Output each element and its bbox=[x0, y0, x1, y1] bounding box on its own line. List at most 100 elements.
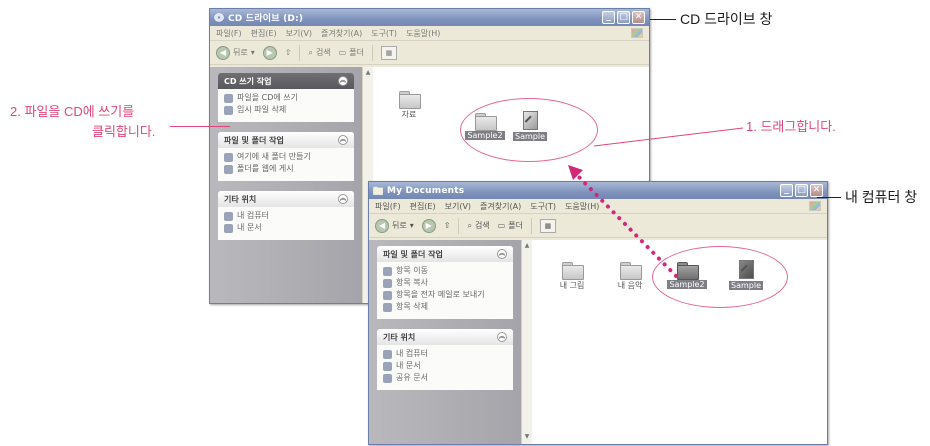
forward-arrow-icon[interactable]: ▶ bbox=[262, 45, 277, 60]
file-folder-tasks-header[interactable]: 파일 및 폴더 작업 ︽ bbox=[377, 246, 513, 262]
menu-help[interactable]: 도움말(H) bbox=[565, 201, 599, 212]
toolbar-separator bbox=[371, 44, 373, 61]
close-button[interactable]: ✕ bbox=[810, 184, 823, 197]
my-documents-link[interactable]: 내 문서 bbox=[383, 361, 507, 371]
menu-view[interactable]: 보기(V) bbox=[445, 201, 471, 212]
menu-help[interactable]: 도움말(H) bbox=[406, 28, 440, 39]
delete-item-link[interactable]: 항목 삭제 bbox=[383, 302, 507, 312]
write-files-to-cd-link[interactable]: 파일을 CD에 쓰기 bbox=[224, 93, 348, 103]
globe-icon bbox=[224, 165, 233, 174]
delete-temp-files-link[interactable]: 임시 파일 삭제 bbox=[224, 105, 348, 115]
file-item-my-music[interactable]: 내 음악 bbox=[602, 262, 658, 291]
docs-task-pane: 파일 및 폴더 작업 ︽ 항목 이동 항목 복사 항목을 전자 메일로 보내기 … bbox=[369, 240, 521, 444]
task-label: 항목을 전자 메일로 보내기 bbox=[396, 290, 485, 299]
scroll-up-arrow-icon[interactable]: ▲ bbox=[523, 242, 531, 251]
cd-label-leader bbox=[650, 19, 676, 20]
collapse-chevron-icon[interactable]: ︽ bbox=[497, 249, 507, 259]
menu-tools[interactable]: 도구(T) bbox=[530, 201, 556, 212]
back-button[interactable]: ◀ 뒤로 ▾ bbox=[216, 45, 255, 60]
panel-title: 파일 및 폴더 작업 bbox=[383, 249, 443, 259]
task-label: 폴더를 웹에 게시 bbox=[237, 164, 294, 173]
copy-item-link[interactable]: 항목 복사 bbox=[383, 278, 507, 288]
collapse-chevron-icon[interactable]: ︽ bbox=[497, 332, 507, 342]
my-documents-link[interactable]: 내 문서 bbox=[224, 223, 348, 233]
cd-write-tasks-header[interactable]: CD 쓰기 작업 ︽ bbox=[218, 73, 354, 89]
folders-button[interactable]: ▭ 폴더 bbox=[339, 47, 364, 58]
up-folder-icon[interactable]: ⇧ bbox=[444, 221, 451, 230]
file-folder-tasks-panel: 파일 및 폴더 작업 ︽ 여기에 새 폴더 만들기 폴더를 웹에 게시 bbox=[218, 132, 354, 181]
back-label: 뒤로 bbox=[392, 221, 407, 230]
other-places-header[interactable]: 기타 위치 ︽ bbox=[377, 329, 513, 345]
publish-folder-link[interactable]: 폴더를 웹에 게시 bbox=[224, 164, 348, 174]
move-icon bbox=[383, 267, 392, 276]
search-button[interactable]: ⌕ 검색 bbox=[308, 47, 330, 58]
file-folder-tasks-header[interactable]: 파일 및 폴더 작업 ︽ bbox=[218, 132, 354, 148]
music-folder-icon bbox=[620, 262, 642, 280]
up-folder-icon[interactable]: ⇧ bbox=[285, 48, 292, 57]
folder-icon bbox=[399, 91, 421, 109]
shared-documents-link[interactable]: 공유 문서 bbox=[383, 373, 507, 383]
maximize-button[interactable]: □ bbox=[617, 11, 630, 24]
task-label: 내 문서 bbox=[237, 223, 262, 232]
task-label: 임시 파일 삭제 bbox=[237, 105, 287, 114]
scroll-down-arrow-icon[interactable]: ▼ bbox=[523, 433, 531, 442]
collapse-chevron-icon[interactable]: ︽ bbox=[338, 76, 348, 86]
collapse-chevron-icon[interactable]: ︽ bbox=[338, 194, 348, 204]
dropdown-arrow-icon: ▾ bbox=[409, 221, 414, 230]
file-label: 내 음악 bbox=[617, 281, 643, 290]
collapse-chevron-icon[interactable]: ︽ bbox=[338, 135, 348, 145]
cd-window-titlebar[interactable]: CD 드라이브 (D:) _ □ ✕ bbox=[210, 9, 649, 26]
folders-button[interactable]: ▭ 폴더 bbox=[498, 220, 523, 231]
folder-title-icon bbox=[373, 186, 383, 195]
maximize-button[interactable]: □ bbox=[795, 184, 808, 197]
menu-favorites[interactable]: 즐겨찾기(A) bbox=[321, 28, 362, 39]
cd-menubar: 파일(F) 편집(E) 보기(V) 즐겨찾기(A) 도구(T) 도움말(H) bbox=[210, 26, 649, 41]
minimize-button[interactable]: _ bbox=[780, 184, 793, 197]
move-item-link[interactable]: 항목 이동 bbox=[383, 266, 507, 276]
views-grid-icon[interactable]: ▦ bbox=[539, 218, 556, 233]
menu-file[interactable]: 파일(F) bbox=[375, 201, 401, 212]
file-label: 자료 bbox=[401, 110, 417, 119]
minimize-button[interactable]: _ bbox=[602, 11, 615, 24]
computer-icon bbox=[383, 350, 392, 359]
step1-callout: 1. 드래그합니다. bbox=[746, 119, 836, 134]
file-item-my-pictures[interactable]: 내 그림 bbox=[544, 262, 600, 291]
cd-toolbar: ◀ 뒤로 ▾ ▶ ⇧ ⌕ 검색 ▭ 폴더 ▦ bbox=[210, 41, 649, 65]
cd-write-tasks-panel: CD 쓰기 작업 ︽ 파일을 CD에 쓰기 임시 파일 삭제 bbox=[218, 73, 354, 122]
forward-arrow-icon[interactable]: ▶ bbox=[421, 218, 436, 233]
menu-file[interactable]: 파일(F) bbox=[216, 28, 242, 39]
new-folder-link[interactable]: 여기에 새 폴더 만들기 bbox=[224, 152, 348, 162]
panel-title: CD 쓰기 작업 bbox=[224, 76, 272, 86]
email-item-link[interactable]: 항목을 전자 메일로 보내기 bbox=[383, 290, 507, 300]
back-arrow-icon: ◀ bbox=[375, 218, 389, 233]
close-button[interactable]: ✕ bbox=[632, 11, 645, 24]
task-label: 항목 이동 bbox=[396, 266, 428, 275]
menu-edit[interactable]: 편집(E) bbox=[410, 201, 436, 212]
back-button[interactable]: ◀ 뒤로 ▾ bbox=[375, 218, 414, 233]
cd-task-pane: CD 쓰기 작업 ︽ 파일을 CD에 쓰기 임시 파일 삭제 파일 및 폴더 작… bbox=[210, 67, 362, 303]
folders-label: 폴더 bbox=[349, 48, 364, 57]
docs-scrollbar[interactable]: ▲ ▼ bbox=[521, 240, 532, 444]
folders-icon: ▭ bbox=[497, 221, 506, 230]
computer-icon bbox=[224, 212, 233, 221]
other-places-panel: 기타 위치 ︽ 내 컴퓨터 내 문서 bbox=[218, 191, 354, 240]
task-label: 파일을 CD에 쓰기 bbox=[237, 93, 298, 102]
search-button[interactable]: ⌕ 검색 bbox=[467, 220, 489, 231]
menu-tools[interactable]: 도구(T) bbox=[371, 28, 397, 39]
menu-view[interactable]: 보기(V) bbox=[286, 28, 312, 39]
file-item-folder[interactable]: 자료 bbox=[381, 91, 437, 120]
my-computer-link[interactable]: 내 컴퓨터 bbox=[224, 211, 348, 221]
toolbar-separator bbox=[299, 44, 301, 61]
delete-x-icon bbox=[383, 303, 392, 312]
menu-favorites[interactable]: 즐겨찾기(A) bbox=[480, 201, 521, 212]
file-label: 내 그림 bbox=[559, 281, 585, 290]
menu-edit[interactable]: 편집(E) bbox=[251, 28, 277, 39]
other-places-header[interactable]: 기타 위치 ︽ bbox=[218, 191, 354, 207]
cd-drive-icon bbox=[214, 13, 224, 22]
views-grid-icon[interactable]: ▦ bbox=[380, 45, 397, 60]
task-label: 내 컴퓨터 bbox=[396, 349, 428, 358]
file-folder-tasks-panel: 파일 및 폴더 작업 ︽ 항목 이동 항목 복사 항목을 전자 메일로 보내기 … bbox=[377, 246, 513, 319]
docs-window-titlebar[interactable]: My Documents _ □ ✕ bbox=[369, 182, 827, 199]
scroll-up-arrow-icon[interactable]: ▲ bbox=[364, 69, 372, 78]
my-computer-link[interactable]: 내 컴퓨터 bbox=[383, 349, 507, 359]
